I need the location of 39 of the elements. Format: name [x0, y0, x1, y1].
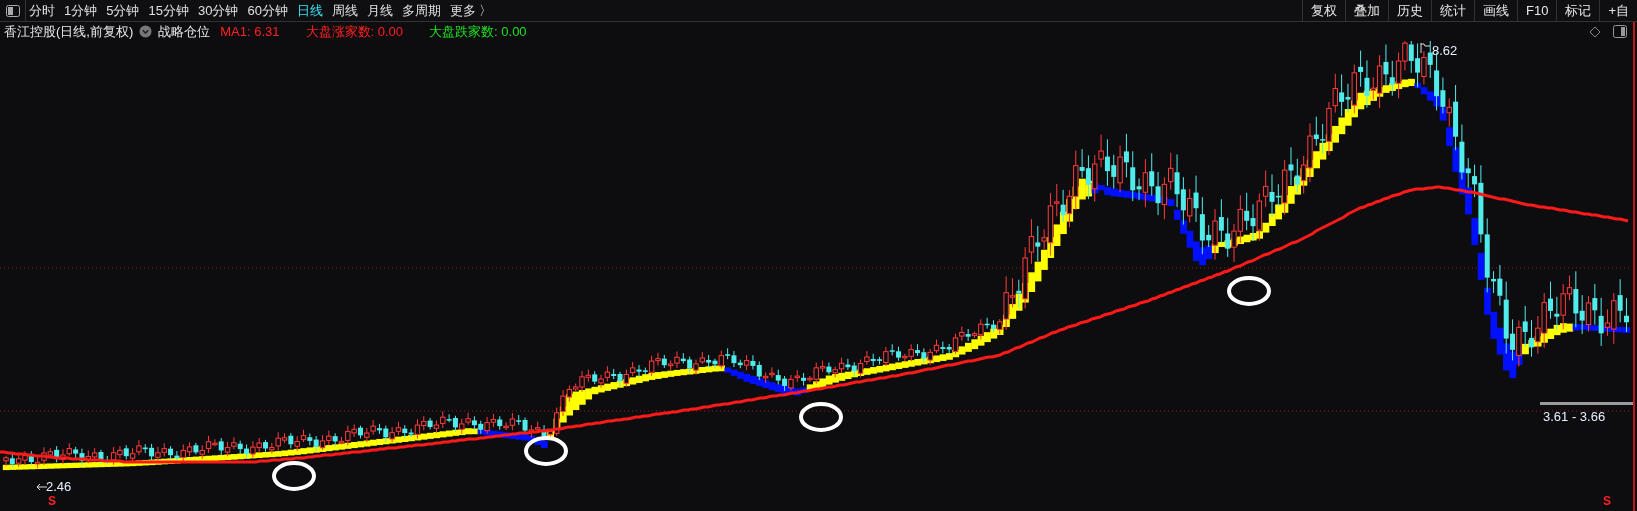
- toolbar-button[interactable]: 叠加: [1345, 0, 1388, 21]
- high-price-label: 8.62: [1432, 42, 1458, 60]
- period-tab[interactable]: 多周期: [401, 0, 441, 21]
- toolbar-button[interactable]: 历史: [1388, 0, 1431, 21]
- period-tab[interactable]: 60分钟: [247, 0, 288, 21]
- chevron-down-icon[interactable]: [139, 25, 153, 38]
- toolbar-button[interactable]: F10: [1517, 0, 1557, 21]
- indicator-value: 大盘涨家数: 0.00: [305, 22, 404, 41]
- highlight-circle: [1227, 276, 1271, 306]
- period-tab[interactable]: 5分钟: [106, 0, 140, 21]
- diamond-icon[interactable]: [1589, 25, 1601, 38]
- highlight-circle: [799, 402, 843, 432]
- flag-icon: [1420, 43, 1431, 53]
- period-tab[interactable]: 分时: [29, 0, 55, 21]
- price-range-label: 3.61 - 3.66: [1543, 408, 1606, 426]
- toolbar-button[interactable]: +自: [1599, 0, 1637, 21]
- period-tab[interactable]: 日线: [296, 0, 323, 21]
- toolbar-button[interactable]: 复权: [1302, 0, 1345, 21]
- indicator-name: 战略仓位: [158, 22, 211, 41]
- period-tab[interactable]: 周线: [331, 0, 358, 21]
- indicator-value: MA1: 6.31: [220, 22, 280, 41]
- period-tab[interactable]: 1分钟: [64, 0, 98, 21]
- highlight-circle: [272, 461, 316, 491]
- period-tab[interactable]: 15分钟: [148, 0, 189, 21]
- highlight-circle: [524, 436, 568, 466]
- panel-toggle-icon[interactable]: [5, 4, 20, 17]
- toolbar-button[interactable]: 统计: [1431, 0, 1474, 21]
- low-price-label: 2.46: [46, 480, 72, 493]
- toolbar-button[interactable]: 标记: [1556, 0, 1600, 21]
- stock-title: 香江控股(日线,前复权): [4, 22, 134, 41]
- arrow-left-icon: [36, 483, 47, 491]
- panel-toggle-icon[interactable]: [1613, 25, 1627, 38]
- signal-marker: S: [1603, 495, 1611, 507]
- signal-marker: S: [48, 495, 56, 507]
- period-tab[interactable]: 更多 〉: [449, 0, 493, 21]
- period-tab[interactable]: 30分钟: [197, 0, 239, 21]
- toolbar-button[interactable]: 画线: [1474, 0, 1517, 21]
- period-tab[interactable]: 月线: [366, 0, 393, 21]
- indicator-value: 大盘跌家数: 0.00: [429, 22, 527, 41]
